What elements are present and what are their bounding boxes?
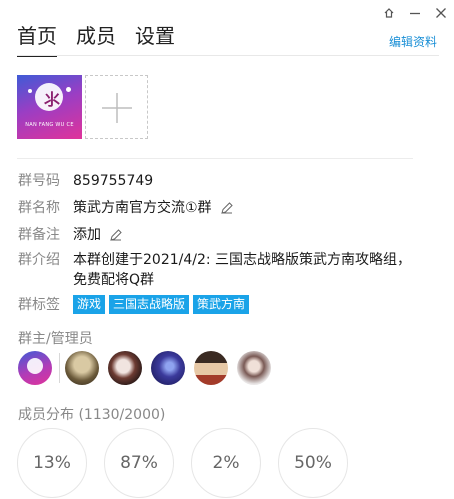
group-intro-label: 群介绍	[18, 252, 60, 268]
admin-avatar[interactable]	[194, 351, 228, 385]
owner-avatar[interactable]	[18, 351, 52, 385]
group-id-row: 群号码 859755749	[18, 171, 153, 191]
tag-item[interactable]: 策武方南	[193, 295, 250, 314]
group-tags-label: 群标签	[18, 297, 60, 313]
group-intro-value: 本群创建于2021/4/2: 三国志战略版策武方南攻略组，免费配将Q群	[73, 252, 412, 288]
add-avatar-button[interactable]	[85, 75, 148, 139]
tag-list: 游戏 三国志战略版 策武方南	[73, 295, 250, 315]
edit-profile-link[interactable]: 编辑资料	[389, 33, 437, 50]
tab-members[interactable]: 成员	[76, 20, 116, 52]
group-name-label: 群名称	[18, 200, 60, 216]
window-controls	[376, 0, 454, 26]
admin-list	[18, 351, 280, 385]
tab-divider	[17, 55, 439, 56]
plus-icon	[102, 93, 132, 123]
edit-pencil-icon[interactable]	[109, 228, 123, 242]
tab-bar: 首页 成员 设置	[17, 20, 194, 57]
stat-circle[interactable]: 87%	[104, 428, 174, 498]
admin-avatar[interactable]	[65, 351, 99, 385]
group-id-value: 859755749	[73, 173, 154, 189]
group-tags-row: 群标签 游戏 三国志战略版 策武方南	[18, 295, 250, 315]
group-note-value[interactable]: 添加	[73, 225, 123, 245]
group-name-value: 策武方南官方交流①群	[73, 198, 234, 218]
logo-glyph: ⺢	[44, 90, 61, 109]
admins-title: 群主/管理员	[18, 331, 93, 347]
stat-circle[interactable]: 2%	[191, 428, 261, 498]
add-note-link[interactable]: 添加	[73, 227, 101, 243]
logo-text: NAN FANG WU CE	[25, 122, 74, 128]
stat-circle[interactable]: 50%	[278, 428, 348, 498]
admin-avatar[interactable]	[237, 351, 271, 385]
tab-settings[interactable]: 设置	[135, 20, 175, 52]
logo-decoration	[66, 87, 71, 92]
edit-pencil-icon[interactable]	[220, 201, 234, 215]
distribution-title: 成员分布 (1130/2000)	[18, 404, 165, 424]
admin-avatar[interactable]	[108, 351, 142, 385]
tab-home[interactable]: 首页	[17, 20, 57, 57]
close-icon[interactable]	[428, 1, 454, 25]
distribution-stats: 13% 87% 2% 50%	[17, 428, 365, 498]
owner-divider	[59, 353, 60, 383]
member-count: (1130/2000)	[78, 407, 166, 423]
tag-item[interactable]: 三国志战略版	[109, 295, 190, 314]
minimize-icon[interactable]	[402, 1, 428, 25]
admin-avatar[interactable]	[151, 351, 185, 385]
group-note-row: 群备注 添加	[18, 225, 123, 245]
group-name-row: 群名称 策武方南官方交流①群	[18, 198, 234, 218]
logo-decoration	[28, 89, 32, 93]
group-intro-row: 群介绍 本群创建于2021/4/2: 三国志战略版策武方南攻略组，免费配将Q群	[18, 250, 413, 290]
group-note-label: 群备注	[18, 227, 60, 243]
stat-circle[interactable]: 13%	[17, 428, 87, 498]
group-id-label: 群号码	[18, 173, 60, 189]
group-name-text: 策武方南官方交流①群	[73, 200, 212, 216]
divider	[17, 158, 413, 159]
group-avatar[interactable]: ⺢ NAN FANG WU CE	[17, 75, 82, 139]
pin-icon[interactable]	[376, 1, 402, 25]
distribution-label: 成员分布	[18, 407, 74, 423]
tag-item[interactable]: 游戏	[73, 295, 106, 314]
